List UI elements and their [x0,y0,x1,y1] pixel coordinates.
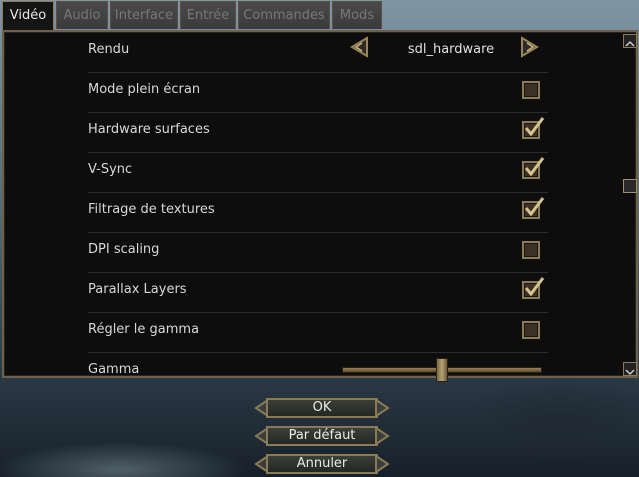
parallax-layers-checkbox[interactable] [522,277,545,299]
dpi-scaling-label: DPI scaling [88,242,160,257]
parallax-layers-row: Parallax Layers [88,272,548,313]
chevron-down-icon [625,369,635,376]
adjust-gamma-checkbox[interactable] [522,321,540,339]
gamma-label: Gamma [88,362,140,377]
checkmark-icon [524,117,545,137]
renderer-row: Rendu sdl_hardware [88,32,548,73]
renderer-value: sdl_hardware [407,42,495,57]
scroll-up-button[interactable] [623,34,637,48]
ok-button[interactable]: OK [254,396,390,420]
chevron-up-icon [625,40,635,47]
dpi-scaling-checkbox[interactable] [522,241,540,259]
right-arrow-ornament-icon [375,427,390,445]
adjust-gamma-row: Régler le gamma [88,312,548,353]
fullscreen-checkbox[interactable] [522,81,540,99]
tab-controls[interactable]: Commandes [238,1,330,29]
gamma-slider-thumb[interactable] [436,358,448,382]
gamma-row: Gamma [88,352,548,392]
previous-renderer-button[interactable] [347,36,369,58]
fullscreen-row: Mode plein écran [88,72,548,113]
cancel-button-label: Annuler [266,454,378,474]
checkmark-icon [524,157,545,177]
cancel-button[interactable]: Annuler [254,452,390,476]
checkmark-icon [524,197,545,217]
right-arrow-ornament-icon [375,399,390,417]
scrollbar-thumb[interactable] [623,179,637,193]
next-renderer-button[interactable] [520,36,542,58]
texture-filtering-label: Filtrage de textures [88,202,215,217]
tab-mods[interactable]: Mods [332,1,382,29]
hardware-surfaces-checkbox[interactable] [522,117,545,139]
ok-button-label: OK [266,398,378,418]
defaults-button[interactable]: Par défaut [254,424,390,448]
tab-input[interactable]: Entrée [180,1,236,29]
vsync-checkbox[interactable] [522,157,545,179]
texture-filtering-row: Filtrage de textures [88,192,548,233]
parallax-layers-label: Parallax Layers [88,282,187,297]
tab-bar: Vidéo Audio Interface Entrée Commandes M… [0,0,639,31]
scroll-down-button[interactable] [623,362,637,376]
dpi-scaling-row: DPI scaling [88,232,548,273]
texture-filtering-checkbox[interactable] [522,197,545,219]
settings-panel: Rendu sdl_hardware Mode plein écran Hard… [2,30,639,382]
scrollbar[interactable] [623,32,639,378]
tab-video[interactable]: Vidéo [2,1,54,31]
tab-interface[interactable]: Interface [110,1,178,29]
checkmark-icon [524,277,545,297]
renderer-label: Rendu [88,42,130,57]
hardware-surfaces-row: Hardware surfaces [88,112,548,153]
defaults-button-label: Par défaut [266,426,378,446]
right-arrow-ornament-icon [375,455,390,473]
tab-audio[interactable]: Audio [56,1,108,29]
vsync-row: V-Sync [88,152,548,193]
adjust-gamma-label: Régler le gamma [88,322,200,337]
hardware-surfaces-label: Hardware surfaces [88,122,210,137]
vsync-label: V-Sync [88,162,133,177]
fullscreen-label: Mode plein écran [88,82,201,97]
